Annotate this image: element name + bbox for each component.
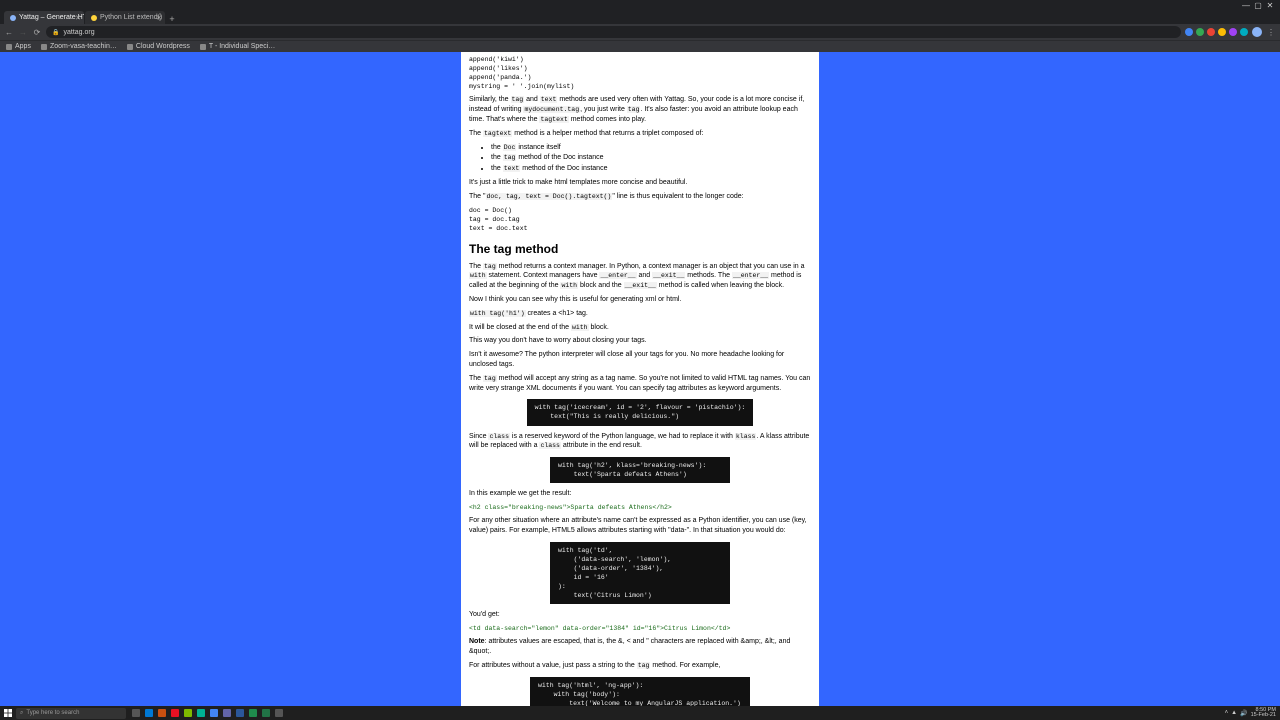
paragraph: Isn't it awesome? The python interpreter…	[469, 350, 811, 370]
list-item: the text method of the Doc instance	[491, 164, 811, 174]
browser-tab-strip: Yattag – Generate HTML with Py ✕ Python …	[0, 10, 1280, 24]
close-icon[interactable]: ✕	[75, 14, 81, 22]
windows-taskbar: ⌕ Type here to search ˄ ▲ 🔊 8:50 PM 15-F…	[0, 706, 1280, 720]
network-icon[interactable]: ▲	[1231, 710, 1237, 716]
extension-icon[interactable]	[1196, 28, 1204, 36]
code-snippet: append('kiwi') append('likes') append('p…	[469, 55, 811, 91]
windows-icon	[4, 709, 12, 717]
volume-icon[interactable]: 🔊	[1240, 710, 1247, 717]
new-tab-button[interactable]: +	[166, 14, 178, 24]
list-item: the tag method of the Doc instance	[491, 153, 811, 163]
extension-icon[interactable]	[1218, 28, 1226, 36]
search-placeholder: Type here to search	[26, 710, 79, 716]
taskbar-app-icon[interactable]	[260, 707, 272, 719]
bookmark-icon	[41, 44, 47, 50]
taskbar-clock[interactable]: 8:50 PM 15-Feb-21	[1251, 708, 1276, 719]
taskbar-app-icon[interactable]	[247, 707, 259, 719]
lock-icon: 🔒	[52, 29, 59, 36]
paragraph: Note: attributes values are escaped, tha…	[469, 637, 811, 657]
window-minimize[interactable]: —	[1240, 1, 1252, 10]
taskbar-app-icon[interactable]	[130, 707, 142, 719]
taskbar-app-icon[interactable]	[182, 707, 194, 719]
paragraph: with tag('h1') creates a <h1> tag.	[469, 309, 811, 319]
paragraph: The tagtext method is a helper method th…	[469, 129, 811, 139]
taskbar-app-icon[interactable]	[156, 707, 168, 719]
paragraph: You'd get:	[469, 610, 811, 620]
bookmark-label: Apps	[15, 43, 31, 50]
paragraph: Since class is a reserved keyword of the…	[469, 432, 811, 452]
search-icon: ⌕	[20, 710, 23, 717]
tab-title: Python List extend()	[100, 14, 162, 21]
extension-icon[interactable]	[1240, 28, 1248, 36]
html-output: <td data-search="lemon" data-order="1384…	[469, 624, 811, 633]
extension-icons	[1185, 28, 1248, 36]
system-tray[interactable]: ˄ ▲ 🔊 8:50 PM 15-Feb-21	[1225, 708, 1278, 719]
address-bar[interactable]: 🔒 yattag.org	[46, 26, 1181, 38]
close-icon[interactable]: ✕	[156, 14, 162, 22]
reload-button[interactable]: ⟳	[32, 27, 42, 37]
browser-toolbar: ← → ⟳ 🔒 yattag.org ⋮	[0, 24, 1280, 40]
window-maximize[interactable]: ▢	[1252, 1, 1264, 10]
chevron-up-icon[interactable]: ˄	[1225, 710, 1229, 716]
bookmarks-bar: Apps Zoom-vasa-teachin… Cloud Wordpress …	[0, 40, 1280, 52]
taskbar-app-icon[interactable]	[221, 707, 233, 719]
favicon-icon	[10, 15, 16, 21]
taskbar-app-icon[interactable]	[273, 707, 285, 719]
paragraph: This way you don't have to worry about c…	[469, 336, 811, 346]
heading-tag-method: The tag method	[469, 241, 811, 258]
list-item: the Doc instance itself	[491, 143, 811, 153]
taskbar-app-icon[interactable]	[169, 707, 181, 719]
taskbar-app-icon[interactable]	[195, 707, 207, 719]
html-output: <h2 class="breaking-news">Sparta defeats…	[469, 503, 811, 512]
paragraph: Now I think you can see why this is usef…	[469, 295, 811, 305]
taskbar-search[interactable]: ⌕ Type here to search	[16, 708, 126, 719]
bookmark-item[interactable]: Zoom-vasa-teachin…	[41, 43, 117, 50]
window-close[interactable]: ✕	[1264, 1, 1276, 10]
url-text: yattag.org	[63, 29, 94, 36]
forward-button[interactable]: →	[18, 27, 28, 37]
browser-tab[interactable]: Python List extend() ✕	[85, 11, 165, 24]
bookmark-item[interactable]: T - Individual Speci…	[200, 43, 275, 50]
paragraph: For attributes without a value, just pas…	[469, 661, 811, 671]
page-content: append('kiwi') append('likes') append('p…	[461, 52, 819, 706]
paragraph: The tag method will accept any string as…	[469, 374, 811, 394]
paragraph: For any other situation where an attribu…	[469, 516, 811, 536]
window-titlebar: — ▢ ✕	[0, 0, 1280, 10]
start-button[interactable]	[2, 707, 14, 719]
extension-icon[interactable]	[1229, 28, 1237, 36]
taskbar-apps	[130, 707, 285, 719]
bookmark-icon	[200, 44, 206, 50]
bookmark-label: Cloud Wordpress	[136, 43, 190, 50]
taskbar-app-icon[interactable]	[234, 707, 246, 719]
taskbar-app-icon[interactable]	[208, 707, 220, 719]
paragraph: It will be closed at the end of the with…	[469, 323, 811, 333]
code-block: with tag('html', 'ng-app'): with tag('bo…	[530, 677, 750, 706]
favicon-icon	[91, 15, 97, 21]
bookmark-item[interactable]: Apps	[6, 43, 31, 50]
bookmark-label: Zoom-vasa-teachin…	[50, 43, 117, 50]
bookmark-label: T - Individual Speci…	[209, 43, 275, 50]
apps-icon	[6, 44, 12, 50]
triplet-list: the Doc instance itself the tag method o…	[491, 143, 811, 174]
bookmark-icon	[127, 44, 133, 50]
code-block: with tag('h2', klass='breaking-news'): t…	[550, 457, 730, 483]
menu-button[interactable]: ⋮	[1266, 27, 1276, 37]
code-snippet: doc = Doc() tag = doc.tag text = doc.tex…	[469, 206, 811, 233]
paragraph: It's just a little trick to make html te…	[469, 178, 811, 188]
profile-avatar[interactable]	[1252, 27, 1262, 37]
paragraph: In this example we get the result:	[469, 489, 811, 499]
browser-tab[interactable]: Yattag – Generate HTML with Py ✕	[4, 11, 84, 24]
extension-icon[interactable]	[1185, 28, 1193, 36]
code-block: with tag('icecream', id = '2', flavour =…	[527, 399, 754, 425]
code-block: with tag('td', ('data-search', 'lemon'),…	[550, 542, 730, 605]
extension-icon[interactable]	[1207, 28, 1215, 36]
taskbar-app-icon[interactable]	[143, 707, 155, 719]
page-viewport[interactable]: append('kiwi') append('likes') append('p…	[0, 52, 1280, 706]
paragraph: Similarly, the tag and text methods are …	[469, 95, 811, 124]
paragraph: The "doc, tag, text = Doc().tagtext()" l…	[469, 192, 811, 202]
bookmark-item[interactable]: Cloud Wordpress	[127, 43, 190, 50]
back-button[interactable]: ←	[4, 27, 14, 37]
paragraph: The tag method returns a context manager…	[469, 262, 811, 291]
